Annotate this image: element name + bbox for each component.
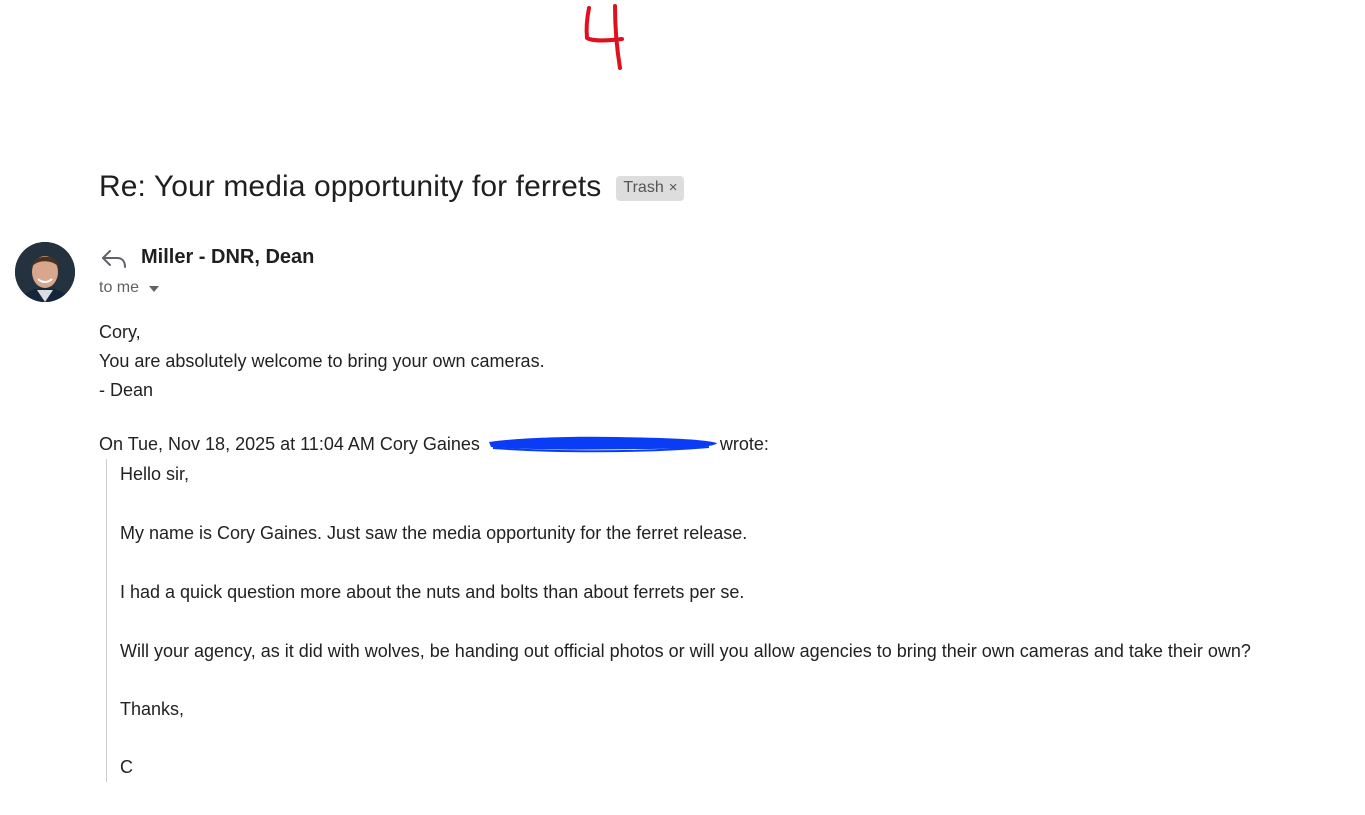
quote-attribution-prefix: On Tue, Nov 18, 2025 at 11:04 AM Cory Ga… — [99, 434, 480, 454]
quoted-line: My name is Cory Gaines. Just saw the med… — [120, 523, 748, 543]
trash-label-chip[interactable]: Trash × — [616, 175, 685, 201]
reply-arrow-icon[interactable] — [101, 247, 127, 269]
email-subject: Re: Your media opportunity for ferrets — [99, 170, 602, 203]
quoted-line: Thanks, — [120, 699, 185, 719]
recipient-text: to me — [99, 279, 140, 296]
quote-attribution: On Tue, Nov 18, 2025 at 11:04 AM Cory Ga… — [99, 433, 769, 455]
quoted-line: Will your agency, as it did with wolves,… — [120, 641, 1251, 661]
quote-attribution-suffix: wrote: — [719, 434, 769, 454]
remove-label-icon[interactable]: × — [669, 179, 678, 196]
body-line: You are absolutely welcome to bring your… — [99, 351, 545, 371]
subject-row: Re: Your media opportunity for ferrets T… — [99, 170, 685, 204]
body-line: - Dean — [99, 380, 154, 400]
quoted-message: Hello sir, My name is Cory Gaines. Just … — [106, 459, 1251, 782]
handwritten-annotation-4 — [584, 4, 624, 70]
chevron-down-icon[interactable] — [149, 286, 160, 292]
redacted-email-address — [488, 436, 717, 453]
sender-name[interactable]: Miller - DNR, Dean — [141, 246, 314, 269]
sender-avatar[interactable] — [15, 242, 75, 302]
body-line: Cory, — [99, 322, 141, 342]
avatar-photo — [15, 242, 75, 302]
message-body: Cory, You are absolutely welcome to brin… — [99, 318, 545, 405]
label-text: Trash — [623, 178, 664, 196]
quoted-line: I had a quick question more about the nu… — [120, 582, 745, 602]
sender-row: Miller - DNR, Dean — [101, 246, 314, 269]
recipient-details[interactable]: to me — [99, 279, 160, 297]
quoted-line: C — [120, 757, 133, 777]
quoted-line: Hello sir, — [120, 464, 190, 484]
